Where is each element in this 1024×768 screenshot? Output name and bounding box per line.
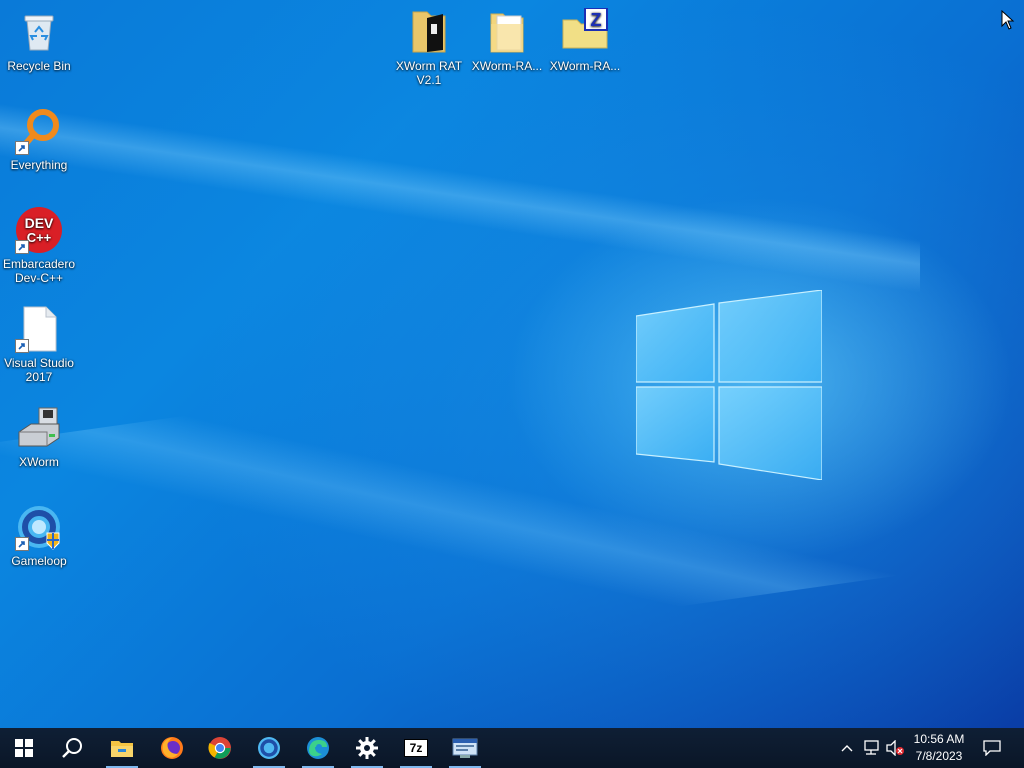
- file-explorer-button[interactable]: [98, 728, 146, 768]
- notification-icon: [983, 740, 1001, 756]
- clock-time: 10:56 AM: [913, 732, 965, 746]
- gear-icon: [356, 737, 378, 759]
- search-icon: [62, 738, 82, 758]
- desktop-icon-xworm-ra-folder[interactable]: XWorm-RA...: [469, 8, 545, 73]
- shortcut-arrow-icon: [15, 240, 29, 254]
- gameloop-button[interactable]: [245, 728, 293, 768]
- firefox-icon: [161, 737, 183, 759]
- desktop-icon-everything[interactable]: Everything: [1, 107, 77, 172]
- desktop[interactable]: Recycle Bin Everything DEV C++ Embarcade…: [0, 0, 1024, 728]
- 7zip-button[interactable]: 7z: [392, 728, 440, 768]
- show-hidden-icons-button[interactable]: [836, 728, 858, 768]
- settings-button[interactable]: [343, 728, 391, 768]
- folder-icon: [111, 741, 133, 757]
- desktop-icon-recycle-bin[interactable]: Recycle Bin: [1, 8, 77, 73]
- icon-label: XWorm: [19, 455, 59, 469]
- devcpp-icon: DEV C++: [15, 206, 63, 254]
- shortcut-arrow-icon: [15, 141, 29, 155]
- start-button[interactable]: [0, 728, 48, 768]
- everything-search-icon: [15, 107, 63, 155]
- windows-wallpaper-logo: [636, 290, 822, 480]
- xworm-drive-icon: [15, 404, 63, 452]
- search-button[interactable]: [48, 728, 96, 768]
- icon-label: XWorm-RA...: [549, 59, 621, 73]
- taskbar: 7z 10:56 AM 7/8/2023: [0, 728, 1024, 768]
- desktop-icon-xworm-rat-folder[interactable]: XWorm RAT V2.1: [391, 8, 467, 87]
- gameloop-icon: [258, 737, 280, 759]
- chrome-button[interactable]: [196, 728, 244, 768]
- action-center-button[interactable]: [978, 728, 1006, 768]
- shortcut-arrow-icon: [15, 339, 29, 353]
- mouse-cursor-icon: [1001, 10, 1015, 30]
- app-window-button[interactable]: [441, 728, 489, 768]
- desktop-icon-xworm[interactable]: XWorm: [1, 404, 77, 469]
- clock-date: 7/8/2023: [915, 749, 963, 763]
- volume-button[interactable]: [884, 728, 906, 768]
- 7zip-label: 7z: [409, 741, 423, 755]
- icon-label: Everything: [10, 158, 68, 172]
- window-app-icon: [452, 738, 478, 758]
- desktop-icon-gameloop[interactable]: Gameloop: [1, 503, 77, 568]
- recycle-bin-icon: [15, 8, 63, 56]
- svg-text:C++: C++: [27, 230, 52, 245]
- network-icon: [864, 740, 879, 755]
- icon-label: Visual Studio 2017: [4, 356, 74, 384]
- speaker-muted-icon: [886, 740, 904, 756]
- network-button[interactable]: [860, 728, 882, 768]
- windows-logo-icon: [15, 739, 33, 757]
- edge-button[interactable]: [294, 728, 342, 768]
- blank-file-icon: [15, 305, 63, 353]
- edge-icon: [307, 737, 329, 759]
- chevron-up-icon: [841, 745, 853, 752]
- folder-icon: [483, 8, 531, 56]
- shortcut-arrow-icon: [15, 537, 29, 551]
- 7zip-icon: 7z: [404, 739, 428, 757]
- icon-label: Recycle Bin: [7, 59, 71, 73]
- zip-folder-icon: Z: [561, 7, 609, 56]
- folder-icon: [405, 8, 453, 56]
- svg-text:DEV: DEV: [25, 215, 54, 231]
- icon-label: Embarcadero Dev-C++: [2, 257, 76, 285]
- zip-badge-text: Z: [591, 10, 602, 30]
- firefox-button[interactable]: [148, 728, 196, 768]
- icon-label: XWorm RAT V2.1: [395, 59, 463, 87]
- clock-button[interactable]: 10:56 AM 7/8/2023: [906, 728, 972, 768]
- icon-label: XWorm-RA...: [471, 59, 543, 73]
- icon-label: Gameloop: [11, 554, 67, 568]
- desktop-icon-devcpp[interactable]: DEV C++ Embarcadero Dev-C++: [1, 206, 77, 285]
- chrome-icon: [208, 737, 231, 759]
- desktop-icon-xworm-ra-zip[interactable]: Z XWorm-RA...: [547, 7, 623, 73]
- gameloop-icon: [15, 503, 63, 551]
- desktop-icon-visual-studio[interactable]: Visual Studio 2017: [1, 305, 77, 384]
